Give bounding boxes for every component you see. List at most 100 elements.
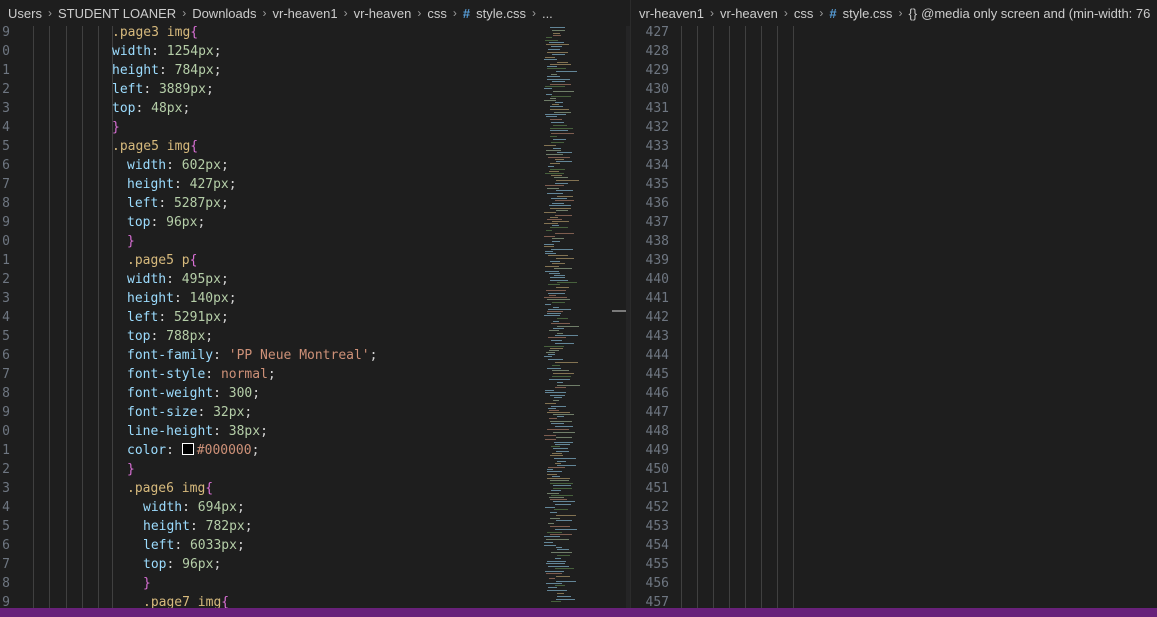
code-line[interactable]: 446font-size: 32px; [631, 384, 1157, 403]
code-line[interactable]: 447line-height: 38px; [631, 403, 1157, 422]
code-line[interactable]: 448 [631, 422, 1157, 441]
line-number: 451 [645, 481, 669, 496]
code-line[interactable]: 6 width: 602px; [0, 156, 630, 175]
code-line[interactable]: 430 [631, 80, 1157, 99]
breadcrumb-more[interactable]: ... [542, 6, 553, 21]
line-number: 433 [645, 139, 669, 154]
code-editor[interactable]: 427top: 96px;428}429.page7 img{430431wid… [631, 23, 1157, 608]
code-line[interactable]: 434top: 96px; [631, 156, 1157, 175]
code-line[interactable]: 9 .page7 img{ [0, 593, 630, 608]
right-editor-pane[interactable]: vr-heaven1 › vr-heaven › css › # style.css › … [630, 0, 1157, 608]
minimap-slider[interactable] [612, 310, 626, 312]
code-line[interactable]: 5 .page5 img{ [0, 137, 630, 156]
code-line[interactable]: 7 height: 427px; [0, 175, 630, 194]
minimap-line [549, 379, 570, 380]
breadcrumb-item[interactable]: css [427, 6, 447, 21]
code-editor[interactable]: 9 .page3 img{0 width: 1254px; 1 height: 784p… [0, 23, 630, 608]
code-line[interactable]: 456top: 322px; [631, 574, 1157, 593]
breadcrumb-item[interactable]: vr-heaven1 [639, 6, 704, 21]
breadcrumb-item[interactable]: Users [8, 6, 42, 21]
code-line[interactable]: 454height: 604px; [631, 536, 1157, 555]
code-line[interactable]: 8} [0, 574, 630, 593]
breadcrumb-item[interactable]: css [794, 6, 814, 21]
code-line[interactable]: 8 font-weight: 300; [0, 384, 630, 403]
code-line[interactable]: 457} [631, 593, 1157, 608]
breadcrumb-item[interactable]: vr-heaven [720, 6, 778, 21]
code-line[interactable]: 3 top: 48px; [0, 99, 630, 118]
code-line[interactable]: 442 [631, 308, 1157, 327]
minimap-line [553, 91, 574, 92]
minimap-line [547, 474, 557, 475]
breadcrumb-file[interactable]: style.css [843, 6, 893, 21]
code-token: ; [197, 215, 206, 230]
code-line[interactable]: 440left: 8182px; [631, 270, 1157, 289]
code-line[interactable]: 9 top: 96px; [0, 213, 630, 232]
code-line[interactable]: 432height: 784px; [631, 118, 1157, 137]
code-line[interactable]: 439height: 190px; [631, 251, 1157, 270]
code-line[interactable]: 0 width: 1254px; [0, 42, 630, 61]
code-line[interactable]: 429.page7 img{ [631, 61, 1157, 80]
minimap-line [556, 180, 579, 181]
minimap-line [557, 196, 573, 197]
minimap-line [546, 583, 562, 584]
code-line[interactable]: 5 height: 782px; [0, 517, 630, 536]
code-line[interactable]: 2 width: 495px; [0, 270, 630, 289]
code-line[interactable]: 1 .page5 p{ [0, 251, 630, 270]
code-line[interactable]: 453width: 875px; [631, 517, 1157, 536]
code-line[interactable]: 437 [631, 213, 1157, 232]
code-token: ; [228, 177, 237, 192]
minimap-line [553, 414, 574, 415]
code-line[interactable]: 7 top: 96px; [0, 555, 630, 574]
code-token: height [143, 519, 190, 534]
code-line[interactable]: 1 color: #000000; [0, 441, 630, 460]
code-line[interactable]: 4} [0, 118, 630, 137]
line-number: 442 [645, 310, 669, 325]
code-token: : [173, 177, 190, 192]
code-token: : [166, 557, 183, 572]
code-line[interactable]: 4 left: 5291px; [0, 308, 630, 327]
code-line[interactable]: 2} [0, 460, 630, 479]
minimap-line [550, 119, 562, 120]
code-line[interactable]: 451.page8 img{ [631, 479, 1157, 498]
code-token: : [158, 310, 174, 325]
code-line[interactable]: 438width: 565px; [631, 232, 1157, 251]
breadcrumb-item[interactable]: vr-heaven1 [273, 6, 338, 21]
code-line[interactable]: 433left: 6871px; [631, 137, 1157, 156]
left-editor-pane[interactable]: Users › STUDENT LOANER › Downloads › vr-hea… [0, 0, 630, 608]
line-number: 4 [2, 310, 10, 325]
code-line[interactable]: 6 font-family: 'PP Neue Montreal'; [0, 346, 630, 365]
code-line[interactable]: 9 font-size: 32px; [0, 403, 630, 422]
code-line[interactable]: 6 left: 6033px; [0, 536, 630, 555]
code-line[interactable]: 445font-weight: 400; [631, 365, 1157, 384]
code-line[interactable]: 3 height: 140px; [0, 289, 630, 308]
breadcrumb-item[interactable]: Downloads [192, 6, 256, 21]
code-line[interactable]: 4 width: 694px; [0, 498, 630, 517]
code-line[interactable]: 3 .page6 img{ [0, 479, 630, 498]
code-line[interactable]: 455left: 8182px; [631, 555, 1157, 574]
code-line[interactable]: 8 left: 5287px; [0, 194, 630, 213]
code-line[interactable]: 444font-style: normal; [631, 346, 1157, 365]
breadcrumb-item[interactable]: STUDENT LOANER [58, 6, 176, 21]
code-line[interactable]: 0} [0, 232, 630, 251]
code-line[interactable]: 441top: 93px; [631, 289, 1157, 308]
status-bar[interactable] [0, 608, 1157, 617]
code-line[interactable]: 1 height: 784px; [0, 61, 630, 80]
code-line[interactable]: 0 line-height: 38px; [0, 422, 630, 441]
code-line[interactable]: 436.page8 p{ [631, 194, 1157, 213]
code-line[interactable]: 443font-family: 'PP Neue Montreal'; [631, 327, 1157, 346]
code-line[interactable]: 428} [631, 42, 1157, 61]
code-line[interactable]: 452 [631, 498, 1157, 517]
code-line[interactable]: 5 top: 788px; [0, 327, 630, 346]
code-line[interactable]: 7 font-style: normal; [0, 365, 630, 384]
code-token: } [127, 234, 135, 249]
breadcrumb-scope[interactable]: @media only screen and (min-width: 76 [921, 6, 1150, 21]
minimap[interactable] [540, 23, 616, 608]
breadcrumb-file[interactable]: style.css [476, 6, 526, 21]
code-line[interactable]: 449color: #000000; [631, 441, 1157, 460]
code-line[interactable]: 2 left: 3889px; [0, 80, 630, 99]
breadcrumb-item[interactable]: vr-heaven [354, 6, 412, 21]
code-line[interactable]: 435} [631, 175, 1157, 194]
code-line[interactable]: 450} [631, 460, 1157, 479]
code-line[interactable]: 431width: 1167px; [631, 99, 1157, 118]
color-swatch[interactable] [181, 443, 194, 455]
